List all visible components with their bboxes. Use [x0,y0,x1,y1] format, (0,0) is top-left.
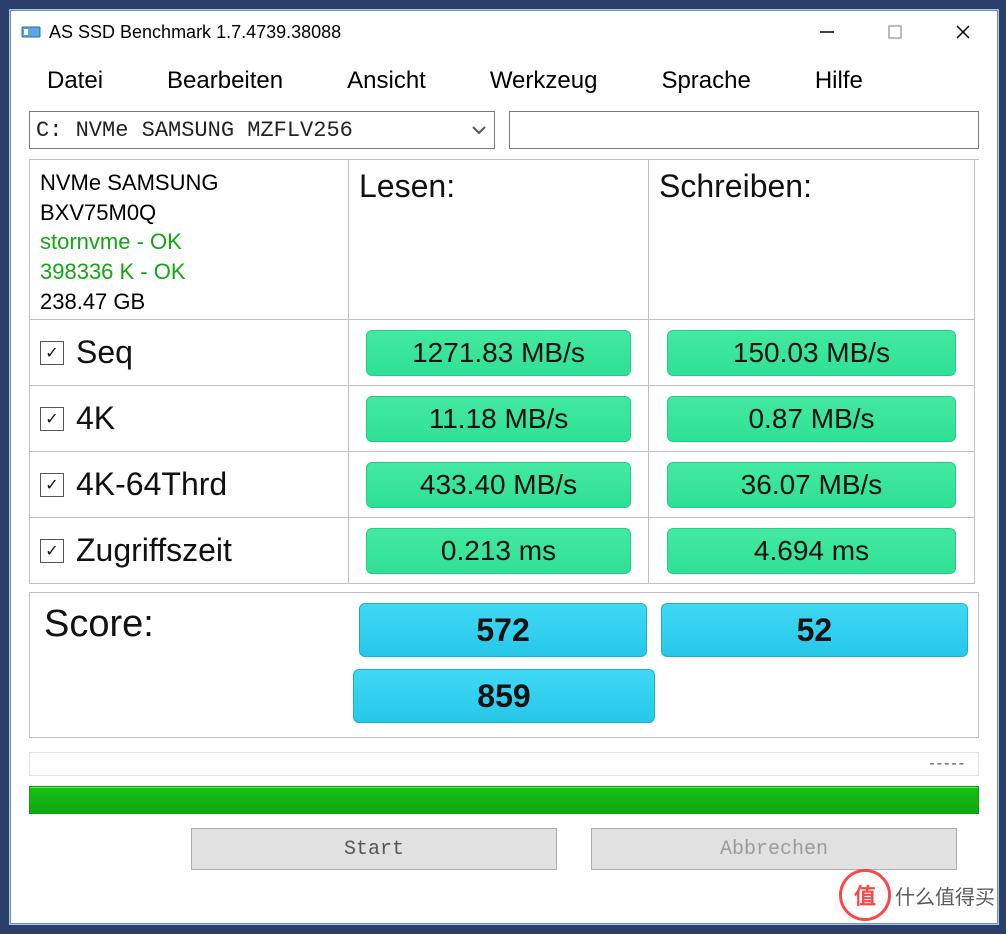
watermark: 值 什么值得买 [839,869,995,921]
close-button[interactable] [929,11,997,53]
app-icon [21,22,41,42]
chevron-down-icon [470,121,488,139]
test-label: Seq [76,334,133,371]
menu-bearbeiten[interactable]: Bearbeiten [157,63,293,99]
menu-ansicht[interactable]: Ansicht [337,63,436,99]
test-4k64thrd[interactable]: ✓ 4K-64Thrd [40,466,338,503]
test-zugriffszeit[interactable]: ✓ Zugriffszeit [40,532,338,569]
window-controls [793,11,997,53]
menu-datei[interactable]: Datei [37,63,113,99]
cancel-button: Abbrechen [591,828,957,870]
test-label: Zugriffszeit [76,532,232,569]
device-capacity: 238.47 GB [40,287,218,317]
checkbox-seq[interactable]: ✓ [40,341,64,365]
results-grid: NVMe SAMSUNG BXV75M0Q stornvme - OK 3983… [29,159,979,584]
maximize-button[interactable] [861,11,929,53]
menu-hilfe[interactable]: Hilfe [805,63,873,99]
driver-status: stornvme - OK [40,227,218,257]
test-label: 4K [76,400,115,437]
status-bar: ----- [29,752,979,776]
minimize-button[interactable] [793,11,861,53]
device-info-cell: NVMe SAMSUNG BXV75M0Q stornvme - OK 3983… [29,160,349,320]
4k64-write-result: 36.07 MB/s [667,462,956,508]
filter-input[interactable] [509,111,979,149]
score-panel: Score: 572 52 859 [29,592,979,738]
button-row: Start Abbrechen [29,828,979,870]
header-write-label: Schreiben: [659,168,812,205]
application-window: AS SSD Benchmark 1.7.4739.38088 Datei Be… [10,10,998,924]
access-write-result: 4.694 ms [667,528,956,574]
header-read: Lesen: [349,160,649,320]
score-label: Score: [40,603,345,646]
4k64-read-result: 433.40 MB/s [366,462,630,508]
header-read-label: Lesen: [359,168,455,205]
checkbox-4k[interactable]: ✓ [40,407,64,431]
score-write: 52 [661,603,968,657]
window-title: AS SSD Benchmark 1.7.4739.38088 [49,22,793,43]
watermark-icon: 值 [839,869,891,921]
menu-sprache[interactable]: Sprache [651,63,760,99]
test-4k[interactable]: ✓ 4K [40,400,338,437]
drive-selector[interactable]: C: NVMe SAMSUNG MZFLV256 [29,111,495,149]
header-write: Schreiben: [649,160,975,320]
alignment-status: 398336 K - OK [40,257,218,287]
test-row-access: ✓ Zugriffszeit 0.213 ms 4.694 ms [29,518,979,584]
test-row-seq: ✓ Seq 1271.83 MB/s 150.03 MB/s [29,320,979,386]
watermark-text: 什么值得买 [895,881,995,910]
header-row: NVMe SAMSUNG BXV75M0Q stornvme - OK 3983… [29,160,979,320]
drive-selector-text: C: NVMe SAMSUNG MZFLV256 [36,118,353,143]
test-row-4k: ✓ 4K 11.18 MB/s 0.87 MB/s [29,386,979,452]
access-read-result: 0.213 ms [366,528,630,574]
test-label: 4K-64Thrd [76,466,227,503]
device-name: NVMe SAMSUNG [40,168,218,198]
progress-bar [29,786,979,814]
test-row-4k64: ✓ 4K-64Thrd 433.40 MB/s 36.07 MB/s [29,452,979,518]
4k-read-result: 11.18 MB/s [366,396,630,442]
checkbox-4k64[interactable]: ✓ [40,473,64,497]
test-seq[interactable]: ✓ Seq [40,334,338,371]
seq-read-result: 1271.83 MB/s [366,330,630,376]
score-read: 572 [359,603,647,657]
titlebar: AS SSD Benchmark 1.7.4739.38088 [11,11,997,53]
checkbox-access[interactable]: ✓ [40,539,64,563]
status-text: ----- [929,755,966,773]
menubar: Datei Bearbeiten Ansicht Werkzeug Sprach… [11,53,997,107]
score-total: 859 [353,669,655,723]
seq-write-result: 150.03 MB/s [667,330,956,376]
device-firmware: BXV75M0Q [40,198,218,228]
start-button[interactable]: Start [191,828,557,870]
4k-write-result: 0.87 MB/s [667,396,956,442]
top-controls: C: NVMe SAMSUNG MZFLV256 [11,107,997,157]
menu-werkzeug[interactable]: Werkzeug [480,63,608,99]
